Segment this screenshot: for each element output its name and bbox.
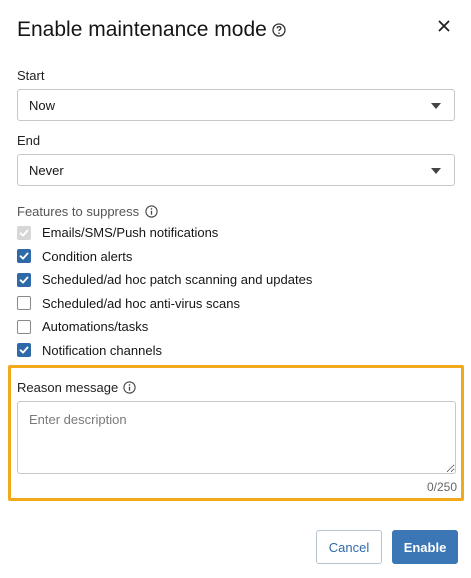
checkbox-label: Automations/tasks <box>42 319 149 334</box>
close-icon <box>438 20 450 32</box>
end-select-value: Never <box>29 162 64 178</box>
end-label: End <box>17 133 41 148</box>
feature-checkbox-row[interactable]: Scheduled/ad hoc anti-virus scans <box>17 296 240 311</box>
info-icon[interactable] <box>123 381 136 394</box>
feature-checkbox-row[interactable]: Scheduled/ad hoc patch scanning and upda… <box>17 272 312 287</box>
start-label: Start <box>17 68 45 83</box>
info-icon[interactable] <box>145 205 158 218</box>
reason-label-text: Reason message <box>17 380 119 395</box>
character-counter: 0/250 <box>426 480 457 494</box>
checkbox-label: Scheduled/ad hoc patch scanning and upda… <box>42 272 313 287</box>
checkbox[interactable] <box>17 272 31 287</box>
features-label-text: Features to suppress <box>17 204 140 219</box>
checkbox-label: Emails/SMS/Push notifications <box>42 225 219 240</box>
feature-checkbox-row[interactable]: Condition alerts <box>17 249 132 264</box>
start-select-value: Now <box>29 97 56 113</box>
question-circle-icon[interactable] <box>272 23 286 37</box>
checkbox-label: Condition alerts <box>42 248 133 264</box>
close-button[interactable] <box>434 16 454 36</box>
checkbox <box>17 225 31 240</box>
chevron-down-icon <box>431 103 441 109</box>
features-label: Features to suppress <box>17 204 158 219</box>
checkbox[interactable] <box>17 343 31 357</box>
reason-label: Reason message <box>17 380 136 395</box>
enable-button[interactable]: Enable <box>392 530 458 564</box>
checkbox-label: Scheduled/ad hoc anti-virus scans <box>42 295 241 311</box>
maintenance-mode-dialog: Enable maintenance mode Start Now End Ne… <box>0 0 471 578</box>
dialog-title: Enable maintenance mode <box>17 18 286 42</box>
checkbox-label: Notification channels <box>42 342 162 358</box>
dialog-title-text: Enable maintenance mode <box>17 18 267 41</box>
start-select[interactable]: Now <box>17 89 455 121</box>
end-select[interactable]: Never <box>17 154 455 186</box>
checkbox[interactable] <box>17 249 31 263</box>
feature-checkbox-row[interactable]: Notification channels <box>17 343 162 358</box>
feature-checkbox-row[interactable]: Automations/tasks <box>17 319 148 334</box>
feature-checkbox-row: Emails/SMS/Push notifications <box>17 225 218 240</box>
chevron-down-icon <box>431 168 441 174</box>
reason-message-textarea[interactable] <box>17 401 456 474</box>
checkbox[interactable] <box>17 296 31 310</box>
cancel-button[interactable]: Cancel <box>316 530 382 564</box>
checkbox[interactable] <box>17 319 31 334</box>
